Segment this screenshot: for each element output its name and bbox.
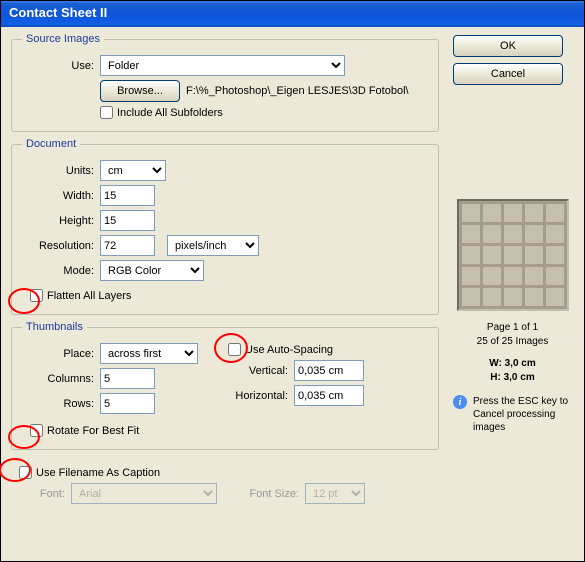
source-images-group: Source Images Use: Folder Browse... F:\%… [11,33,439,132]
document-group: Document Units: cm Width: Height: Resolu… [11,138,439,315]
browse-button[interactable]: Browse... [100,80,180,102]
height-input[interactable] [100,210,155,231]
height-label: Height: [22,215,100,227]
info-icon: i [453,395,467,409]
source-path: F:\%_Photoshop\_Eigen LESJES\3D Fotobol\ [180,85,409,97]
font-label: Font: [21,488,71,500]
resolution-input[interactable] [100,235,155,256]
units-select[interactable]: cm [100,160,166,181]
preview-size-info: W: 3,0 cm H: 3,0 cm [453,357,572,385]
auto-spacing-checkbox[interactable]: Use Auto-Spacing [228,343,333,356]
width-label: Width: [22,190,100,202]
include-subfolders-checkbox[interactable]: Include All Subfolders [100,106,223,119]
fontsize-label: Font Size: [247,488,305,500]
window-title: Contact Sheet II [1,1,584,27]
rows-label: Rows: [22,398,100,410]
mode-select[interactable]: RGB Color [100,260,204,281]
preview-grid [457,199,569,311]
thumbnails-legend: Thumbnails [22,321,87,333]
resolution-units-select[interactable]: pixels/inch [167,235,259,256]
font-select: Arial [71,483,217,504]
width-input[interactable] [100,185,155,206]
use-label: Use: [22,60,100,72]
rotate-best-fit-checkbox[interactable]: Rotate For Best Fit [30,424,139,437]
vertical-label: Vertical: [228,365,294,377]
esc-hint: i Press the ESC key to Cancel processing… [453,395,572,434]
document-legend: Document [22,138,80,150]
dialog-content: Source Images Use: Folder Browse... F:\%… [1,27,584,561]
use-select[interactable]: Folder [100,55,345,76]
rows-input[interactable] [100,393,155,414]
ok-button[interactable]: OK [453,35,563,57]
horizontal-label: Horizontal: [228,390,294,402]
vertical-input[interactable] [294,360,364,381]
thumbnails-group: Thumbnails Place: across first Columns: [11,321,439,450]
filename-caption-checkbox[interactable]: Use Filename As Caption [19,466,160,479]
columns-input[interactable] [100,368,155,389]
place-select[interactable]: across first [100,343,198,364]
source-legend: Source Images [22,33,104,45]
mode-label: Mode: [22,265,100,277]
cancel-button[interactable]: Cancel [453,63,563,85]
flatten-layers-checkbox[interactable]: Flatten All Layers [30,289,131,302]
resolution-label: Resolution: [22,240,100,252]
columns-label: Columns: [22,373,100,385]
units-label: Units: [22,165,100,177]
place-label: Place: [22,348,100,360]
caption-group: Use Filename As Caption Font: Arial Font… [11,456,439,516]
preview-page-info: Page 1 of 1 25 of 25 Images [453,321,572,349]
fontsize-select: 12 pt [305,483,365,504]
horizontal-input[interactable] [294,385,364,406]
